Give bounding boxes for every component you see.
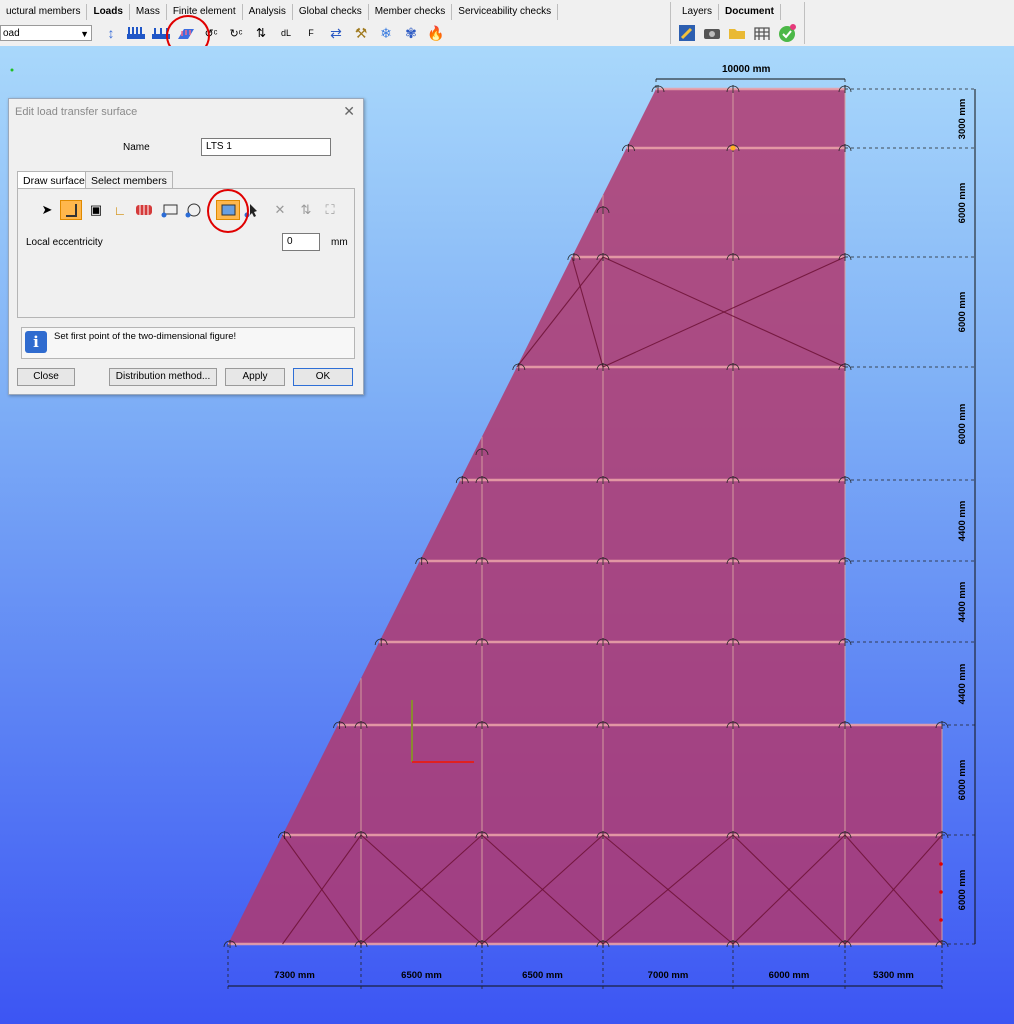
ribbon-right-tabs: Layers Document xyxy=(676,4,781,20)
moving-load-icon[interactable]: ⇄ xyxy=(325,23,347,43)
right-dimension-label: 4400 mm xyxy=(957,663,968,704)
draw-line-icon[interactable] xyxy=(60,200,82,220)
info-icon: i xyxy=(25,331,47,353)
support-displacement-icon[interactable]: ⇅ xyxy=(250,23,272,43)
fire-icon[interactable]: 🔥 xyxy=(425,23,447,43)
line-load-icon[interactable] xyxy=(125,23,147,43)
distributed-load-icon[interactable] xyxy=(150,23,172,43)
corner-icon[interactable]: ∟ xyxy=(109,200,131,220)
selected-node[interactable] xyxy=(730,145,736,151)
bottom-dimension-label: 7300 mm xyxy=(274,970,315,981)
right-dimension-label: 4400 mm xyxy=(957,500,968,541)
structure-icon[interactable] xyxy=(751,23,773,43)
ribbon-separator xyxy=(670,2,671,44)
load-case-combo[interactable]: oad ▼ xyxy=(0,25,92,41)
camera-icon[interactable] xyxy=(701,23,723,43)
point-load-icon[interactable]: ↕ xyxy=(100,23,122,43)
window-icon[interactable]: ▣ xyxy=(85,200,107,220)
eccentricity-unit: mm xyxy=(331,237,348,248)
fit-icon[interactable]: ⛶ xyxy=(319,200,341,220)
edit-load-transfer-surface-dialog: Edit load transfer surface ✕ Name LTS 1 … xyxy=(8,98,364,395)
right-dimension-label: 3000 mm xyxy=(957,98,968,139)
tab-layers[interactable]: Layers xyxy=(676,4,720,20)
force-icon[interactable]: F xyxy=(300,23,322,43)
name-label: Name xyxy=(123,142,150,153)
document-tools-row xyxy=(676,22,801,44)
tab-member-checks[interactable]: Member checks xyxy=(369,4,453,20)
bottom-dimension-label: 6500 mm xyxy=(401,970,442,981)
right-dimension-label: 6000 mm xyxy=(957,403,968,444)
tab-global-checks[interactable]: Global checks xyxy=(293,4,369,20)
bottom-dimension-label: 7000 mm xyxy=(647,970,689,981)
delete-point-icon[interactable]: ✕ xyxy=(269,200,291,220)
tab-serviceability-checks[interactable]: Serviceability checks xyxy=(452,4,559,20)
marker-dot xyxy=(939,890,943,894)
top-dimension-label: 10000 mm xyxy=(722,64,771,75)
distribution-method-button[interactable]: Distribution method... xyxy=(109,368,217,386)
load-tools-row: oad ▼ ↕ ↺ᶜ ↻ᶜ ⇅ dL F ⇄ ⚒ ❄ ✾ 🔥 xyxy=(0,22,450,44)
tab-analysis[interactable]: Analysis xyxy=(243,4,293,20)
dialog-title: Edit load transfer surface xyxy=(15,106,138,118)
info-message-box: i Set first point of the two-dimensional… xyxy=(21,327,355,359)
marker-dot xyxy=(939,862,943,866)
snow-load-icon[interactable]: ❄ xyxy=(375,23,397,43)
chevron-down-icon: ▼ xyxy=(80,29,89,39)
bottom-dimension-label: 5300 mm xyxy=(873,970,914,981)
name-field[interactable]: LTS 1 xyxy=(201,138,331,156)
right-dimension-label: 6000 mm xyxy=(957,759,968,801)
tab-document[interactable]: Document xyxy=(719,4,781,20)
dL-load-icon[interactable]: dL xyxy=(275,23,297,43)
pointer-icon[interactable]: ➤ xyxy=(36,200,58,220)
ok-button[interactable]: OK xyxy=(293,368,353,386)
wind-load-icon[interactable]: ✾ xyxy=(400,23,422,43)
crane-load-icon[interactable]: ⚒ xyxy=(350,23,372,43)
ribbon-toolbar: uctural members Loads Mass Finite elemen… xyxy=(0,0,1014,57)
tab-finite-element[interactable]: Finite element xyxy=(167,4,243,20)
marker-dot xyxy=(939,918,943,922)
local-eccentricity-label: Local eccentricity xyxy=(26,237,103,248)
ribbon-separator xyxy=(804,2,805,44)
polygon-icon[interactable] xyxy=(216,200,240,220)
apply-button[interactable]: Apply xyxy=(225,368,285,386)
circle-icon[interactable] xyxy=(182,200,204,220)
origin-marker xyxy=(10,68,14,72)
reverse-icon[interactable]: ⇅ xyxy=(295,200,317,220)
tab-structural-members[interactable]: uctural members xyxy=(0,4,88,20)
tab-loads[interactable]: Loads xyxy=(87,4,130,20)
bottom-dimension-label: 6500 mm xyxy=(522,970,563,981)
load-transfer-surface-icon[interactable] xyxy=(175,23,197,43)
ribbon-tabs: uctural members Loads Mass Finite elemen… xyxy=(0,4,559,20)
member-box-icon[interactable] xyxy=(133,200,155,220)
right-dimension-label: 6000 mm xyxy=(957,182,968,223)
temperature-load-icon[interactable]: ↺ᶜ xyxy=(200,23,222,43)
temperature-gradient-icon[interactable]: ↻ᶜ xyxy=(225,23,247,43)
bottom-dimension-label: 6000 mm xyxy=(768,970,810,981)
edit-document-icon[interactable] xyxy=(676,23,698,43)
right-dimension-label: 6000 mm xyxy=(957,291,968,333)
tab-mass[interactable]: Mass xyxy=(130,4,167,20)
right-dimension-label: 6000 mm xyxy=(957,869,968,910)
rectangle-icon[interactable] xyxy=(159,200,181,220)
info-message: Set first point of the two-dimensional f… xyxy=(54,331,237,342)
status-icon[interactable] xyxy=(776,23,798,43)
folder-icon[interactable] xyxy=(726,23,748,43)
right-dimension-label: 4400 mm xyxy=(957,581,968,622)
close-button[interactable]: Close xyxy=(17,368,75,386)
select-point-icon[interactable] xyxy=(242,200,264,220)
local-eccentricity-field[interactable]: 0 xyxy=(282,233,320,251)
close-icon[interactable]: ✕ xyxy=(343,103,355,120)
